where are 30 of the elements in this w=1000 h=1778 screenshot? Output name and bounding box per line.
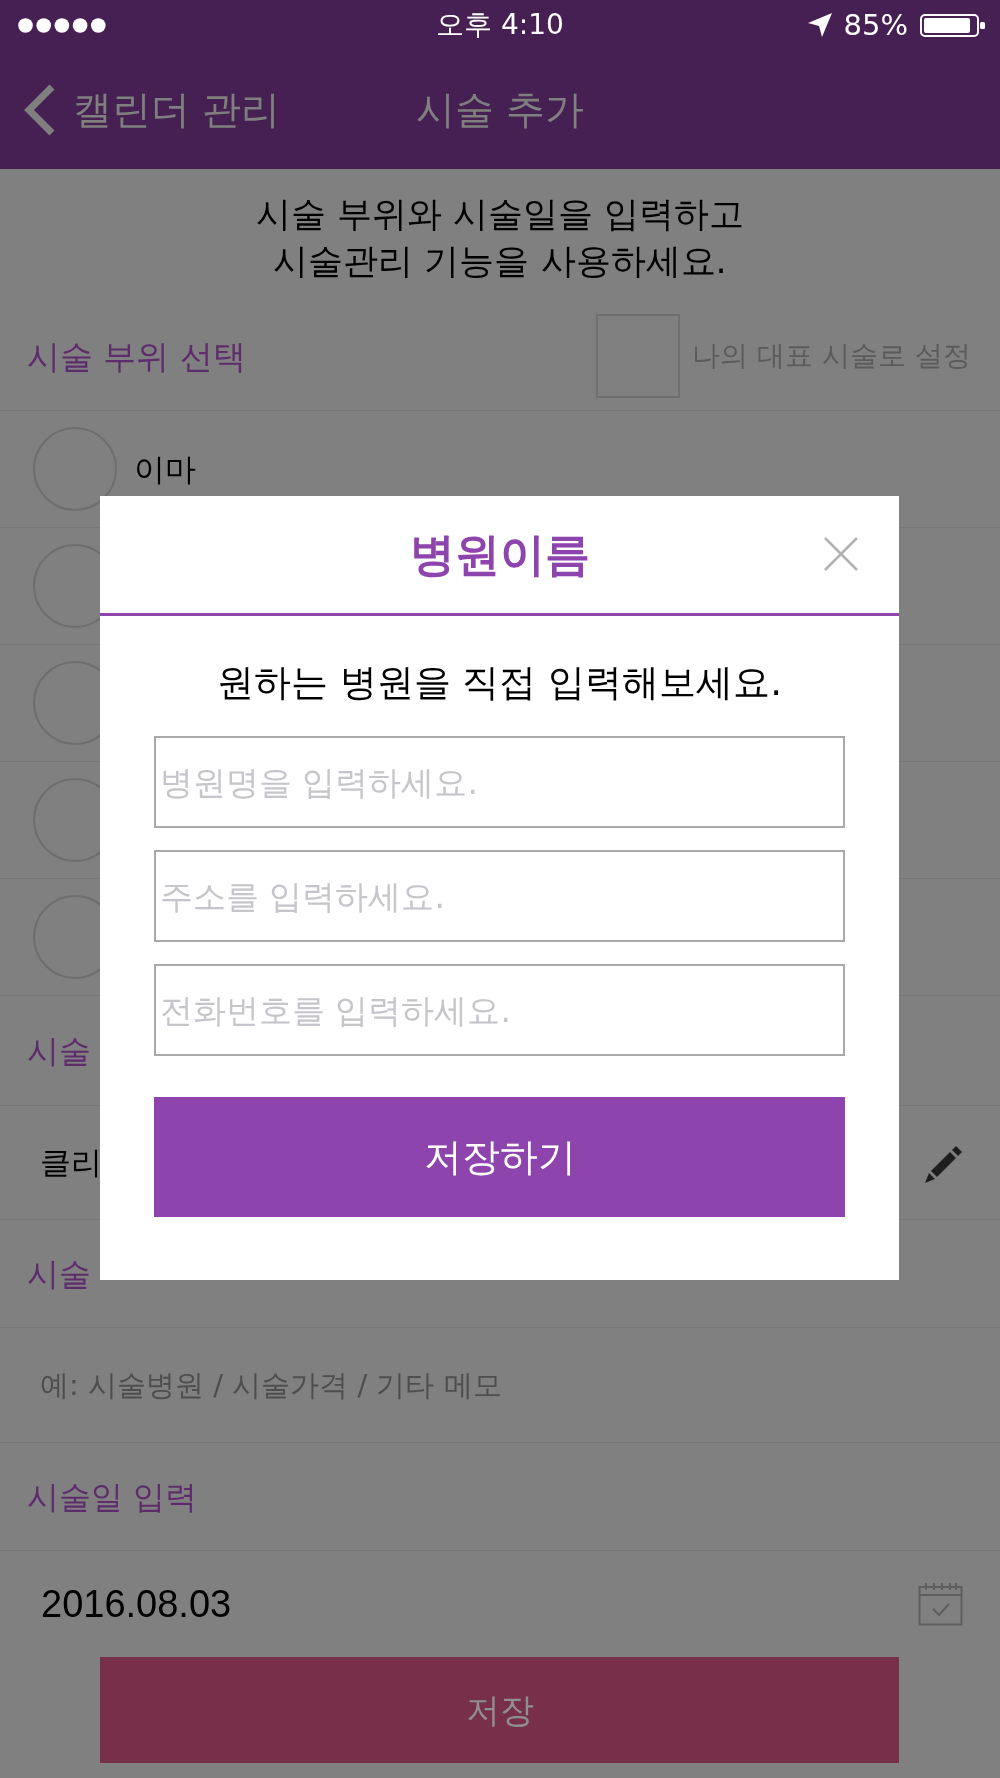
dialog-message: 원하는 병원을 직접 입력해보세요. [216, 660, 782, 706]
input-field[interactable]: 병원명을 입력하세요. [154, 736, 845, 828]
radio-button[interactable] [33, 778, 100, 862]
procedure-name: 클리 [40, 1147, 102, 1178]
date-field[interactable]: 2016.08.03 [0, 1551, 1000, 1657]
close-icon[interactable] [824, 537, 858, 571]
save-button[interactable]: 저장 [100, 1657, 899, 1763]
input-field[interactable]: 주소를 입력하세요. [154, 850, 845, 942]
battery-icon [920, 13, 985, 37]
save-button[interactable]: 저장하기 [154, 1097, 845, 1217]
radio-button[interactable] [33, 544, 100, 628]
section-label: 시술 부위 선택 [27, 339, 246, 373]
location-arrow-icon [807, 13, 832, 37]
radio-button[interactable] [33, 895, 100, 979]
radio-button[interactable] [33, 661, 100, 745]
chevron-left-icon [22, 82, 56, 137]
dialog-title: 병원이름 [409, 532, 590, 577]
signal-strength-icon [18, 17, 106, 33]
section-label: 시술 [27, 1257, 91, 1290]
status-time: 오후 4:10 [436, 11, 564, 39]
input-field[interactable]: 전화번호를 입력하세요. [154, 964, 845, 1056]
nav-title: 시술 추가 [415, 90, 585, 129]
radio-button[interactable] [33, 427, 117, 511]
section-label: 시술 [27, 1034, 91, 1067]
section-label: 시술일 입력 [27, 1480, 198, 1513]
battery-percentage: 85% [843, 10, 908, 40]
back-button[interactable]: 캘린더 관리 [22, 82, 281, 137]
option-label: 이마 [134, 453, 196, 485]
calendar-icon [918, 1582, 963, 1626]
intro-text: 시술 부위와 시술일을 입력하고 시술관리 기능을 사용하세요. [255, 193, 745, 283]
